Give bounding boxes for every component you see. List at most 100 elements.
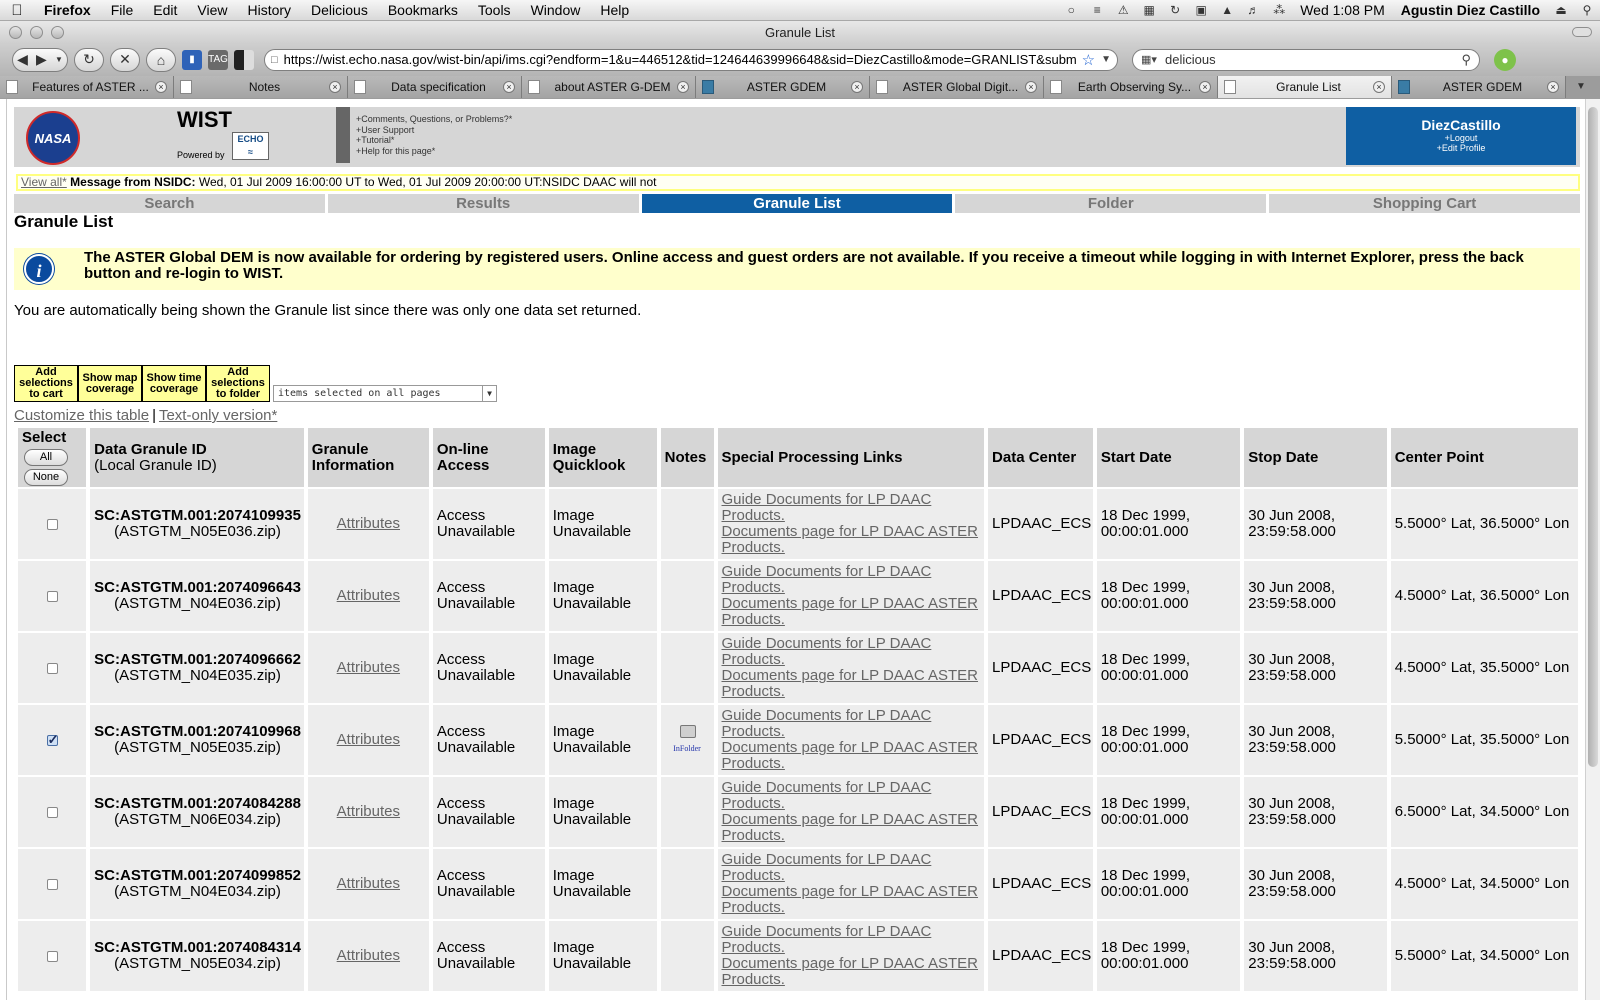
col-special-links[interactable]: Special Processing Links [717, 428, 985, 487]
tab-list-menu-icon[interactable]: ▼ [1566, 76, 1596, 99]
documents-page-link-cont[interactable]: Products. [722, 900, 981, 916]
bookmark-star-icon[interactable]: ☆ [1082, 51, 1095, 69]
attributes-link[interactable]: Attributes [337, 515, 400, 532]
documents-page-link[interactable]: Documents page for LP DAAC ASTER [722, 956, 981, 972]
documents-page-link[interactable]: Documents page for LP DAAC ASTER [722, 524, 981, 540]
tab-aster-global-digital[interactable]: ASTER Global Digit... × [870, 76, 1044, 98]
guide-documents-link-cont[interactable]: Products. [722, 724, 981, 740]
guide-documents-link-cont[interactable]: Products. [722, 508, 981, 524]
documents-page-link-cont[interactable]: Products. [722, 828, 981, 844]
close-tab-icon[interactable]: × [329, 81, 341, 93]
menu-view[interactable]: View [187, 2, 237, 18]
documents-page-link[interactable]: Documents page for LP DAAC ASTER [722, 740, 981, 756]
show-map-coverage-button[interactable]: Show map coverage [78, 365, 142, 402]
echo-logo[interactable]: ECHO ≈ [232, 132, 269, 160]
selection-scope-select[interactable]: items selected on all pages ▼ [273, 385, 497, 402]
col-center-point[interactable]: Center Point [1390, 428, 1578, 487]
menu-clock[interactable]: Wed 1:08 PM [1292, 2, 1393, 18]
documents-page-link[interactable]: Documents page for LP DAAC ASTER [722, 884, 981, 900]
attributes-link[interactable]: Attributes [337, 731, 400, 748]
scrollbar-thumb[interactable] [1588, 107, 1598, 767]
attributes-link[interactable]: Attributes [337, 659, 400, 676]
menu-help[interactable]: Help [590, 2, 639, 18]
select-none-button[interactable]: None [24, 468, 68, 486]
search-engine-icon[interactable]: ▦▾ [1141, 53, 1165, 66]
url-bar[interactable]: □ https://wist.echo.nasa.gov/wist-bin/ap… [264, 48, 1118, 71]
minimize-window-button[interactable] [30, 25, 43, 39]
row-checkbox[interactable] [46, 806, 58, 818]
guide-documents-link-cont[interactable]: Products. [722, 796, 981, 812]
close-tab-icon[interactable]: × [503, 81, 515, 93]
col-online-access[interactable]: On-line Access [432, 428, 545, 487]
nasa-logo[interactable]: NASA [26, 111, 80, 165]
text-only-link[interactable]: Text-only version* [159, 407, 277, 424]
close-tab-icon[interactable]: × [851, 81, 863, 93]
attributes-link[interactable]: Attributes [337, 947, 400, 964]
col-data-center[interactable]: Data Center [988, 428, 1093, 487]
home-button[interactable]: ⌂ [146, 47, 176, 72]
logout-link[interactable]: +Logout [1346, 133, 1576, 143]
page-identity-icon[interactable]: □ [271, 54, 278, 66]
add-to-folder-button[interactable]: Add selections to folder [206, 365, 270, 402]
bookmark-page-icon[interactable]: ▮ [182, 49, 202, 70]
vertical-scrollbar[interactable] [1585, 99, 1600, 1000]
zoom-window-button[interactable] [51, 25, 64, 39]
add-to-cart-button[interactable]: Add selections to cart [14, 365, 78, 402]
display-icon[interactable]: ▣ [1193, 3, 1209, 17]
documents-page-link[interactable]: Documents page for LP DAAC ASTER [722, 668, 981, 684]
row-checkbox[interactable] [46, 590, 58, 602]
view-all-link[interactable]: View all* [21, 176, 67, 189]
attributes-link[interactable]: Attributes [337, 587, 400, 604]
menu-file[interactable]: File [101, 2, 144, 18]
toolbar-toggle-button[interactable] [1572, 27, 1592, 37]
back-icon[interactable]: ◀ [17, 51, 28, 68]
tab-results[interactable]: Results [327, 194, 639, 213]
close-tab-icon[interactable]: × [155, 81, 167, 93]
col-quicklook[interactable]: Image Quicklook [548, 428, 657, 487]
close-tab-icon[interactable]: × [677, 81, 689, 93]
guide-documents-link[interactable]: Guide Documents for LP DAAC [722, 780, 981, 796]
guide-documents-link[interactable]: Guide Documents for LP DAAC [722, 708, 981, 724]
documents-page-link-cont[interactable]: Products. [722, 612, 981, 628]
documents-page-link[interactable]: Documents page for LP DAAC ASTER [722, 812, 981, 828]
attributes-link[interactable]: Attributes [337, 803, 400, 820]
url-dropdown-icon[interactable]: ▼ [1101, 54, 1111, 65]
menu-edit[interactable]: Edit [143, 2, 187, 18]
history-dropdown-icon[interactable]: ▼ [55, 55, 63, 64]
menu-window[interactable]: Window [521, 2, 591, 18]
volume-icon[interactable]: ♬ [1245, 3, 1261, 17]
menu-tools[interactable]: Tools [468, 2, 521, 18]
guide-documents-link[interactable]: Guide Documents for LP DAAC [722, 564, 981, 580]
col-granule-info[interactable]: Granule Information [307, 428, 429, 487]
documents-page-link-cont[interactable]: Products. [722, 684, 981, 700]
guide-documents-link[interactable]: Guide Documents for LP DAAC [722, 636, 981, 652]
sync-status-icon[interactable]: ○ [1063, 3, 1079, 17]
tab-about-aster-gdem[interactable]: about ASTER G-DEM × [522, 76, 696, 98]
close-tab-icon[interactable]: × [1373, 81, 1385, 93]
show-time-coverage-button[interactable]: Show time coverage [142, 365, 206, 402]
bluetooth-icon[interactable]: ⁂ [1271, 3, 1287, 17]
col-stop-date[interactable]: Stop Date [1244, 428, 1387, 487]
addon-frog-icon[interactable]: ● [1494, 48, 1516, 71]
select-all-button[interactable]: All [24, 448, 68, 466]
search-icon[interactable]: ⚲ [1461, 52, 1471, 68]
grid-status-icon[interactable]: ▦ [1141, 3, 1157, 17]
documents-page-link-cont[interactable]: Products. [722, 540, 981, 556]
guide-documents-link[interactable]: Guide Documents for LP DAAC [722, 852, 981, 868]
menu-bookmarks[interactable]: Bookmarks [378, 2, 468, 18]
menu-history[interactable]: History [237, 2, 301, 18]
user-support-link[interactable]: +User Support [356, 125, 512, 136]
warning-status-icon[interactable]: ⚠ [1115, 3, 1131, 17]
guide-documents-link-cont[interactable]: Products. [722, 652, 981, 668]
guide-documents-link-cont[interactable]: Products. [722, 868, 981, 884]
guide-documents-link[interactable]: Guide Documents for LP DAAC [722, 492, 981, 508]
tutorial-link[interactable]: +Tutorial* [356, 135, 512, 146]
menu-app-name[interactable]: Firefox [34, 2, 101, 18]
search-input[interactable]: delicious [1165, 52, 1461, 67]
menu-delicious[interactable]: Delicious [301, 2, 378, 18]
close-window-button[interactable] [9, 25, 22, 39]
row-checkbox[interactable] [46, 662, 58, 674]
reload-button[interactable]: ↻ [74, 47, 104, 72]
documents-page-link[interactable]: Documents page for LP DAAC ASTER [722, 596, 981, 612]
tab-granule-list[interactable]: Granule List × [1218, 76, 1392, 98]
